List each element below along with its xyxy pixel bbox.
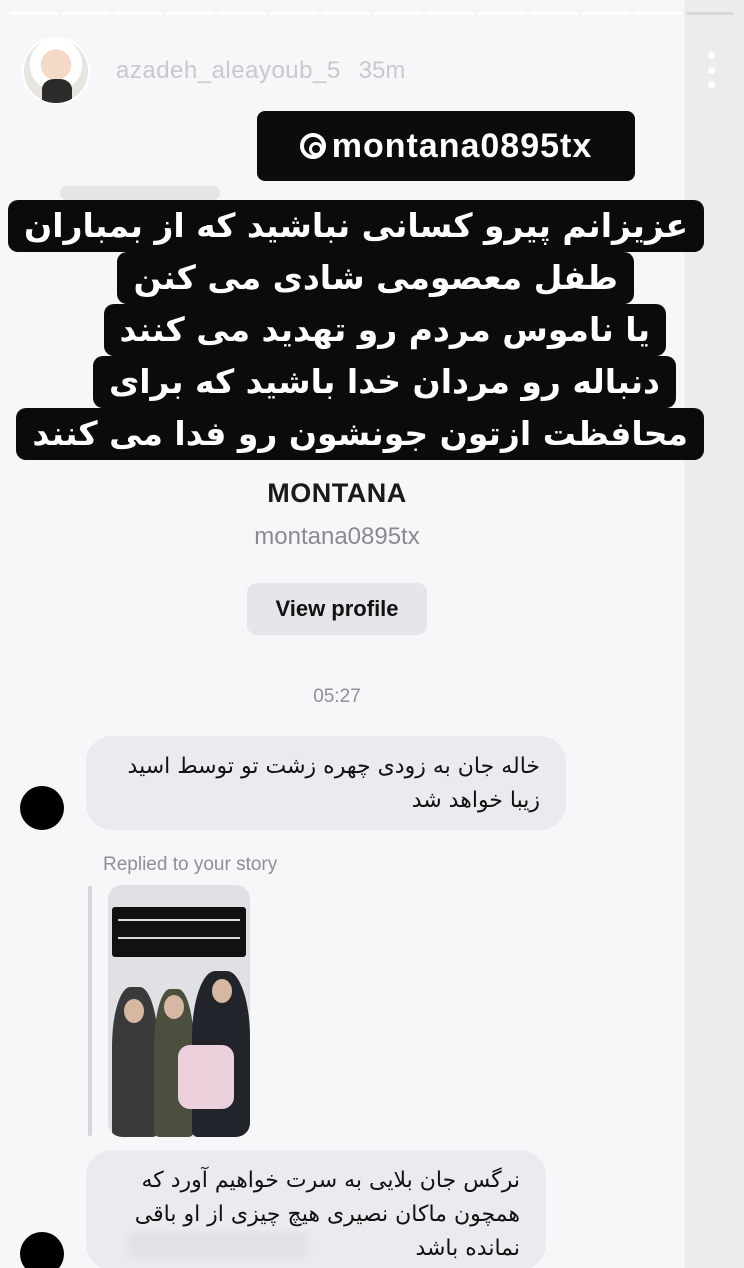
progress-segment (374, 12, 422, 15)
thumbnail-caption (112, 907, 246, 957)
progress-segment (218, 12, 266, 15)
replied-to-story-label: Replied to your story (103, 854, 278, 875)
message-timestamp: 05:27 (313, 686, 361, 707)
progress-segment (426, 12, 474, 15)
story-progress-bar (10, 12, 734, 16)
profile-handle: montana0895tx (254, 523, 420, 550)
story-username[interactable]: azadeh_aleayoub_5 (116, 57, 341, 85)
progress-segment (62, 12, 110, 15)
thumbnail-backpack (178, 1045, 234, 1109)
progress-segment (114, 12, 162, 15)
sender-avatar[interactable] (20, 1232, 64, 1268)
caption-line: محافظت ازتون جونشون رو فدا می کنند (16, 408, 704, 460)
mention-handle: montana0895tx (331, 126, 593, 165)
more-vertical-icon[interactable] (704, 52, 718, 88)
mention-sticker[interactable]: montana0895tx (257, 111, 635, 181)
message-bubble[interactable]: خاله جان به زودی چهره زشت تو توسط اسید ز… (86, 736, 566, 830)
blurred-text (128, 1232, 308, 1258)
reply-indicator-line (88, 886, 92, 1136)
view-profile-button[interactable]: View profile (247, 583, 427, 635)
story-time-ago: 35m (358, 57, 406, 84)
thumbnail-face (124, 999, 144, 1023)
thumbnail-face (164, 995, 184, 1019)
progress-segment (10, 12, 58, 15)
story-thumbnail[interactable] (108, 885, 250, 1137)
progress-segment (322, 12, 370, 15)
caption-sticker: عزیزانم پیرو کسانی نباشید که از بمباران … (8, 200, 704, 462)
progress-segment (478, 12, 526, 15)
progress-segment (530, 12, 578, 15)
progress-segment (686, 12, 734, 15)
caption-line: طفل معصومی شادی می کنن (117, 252, 634, 304)
progress-segment (270, 12, 318, 15)
caption-line: عزیزانم پیرو کسانی نباشید که از بمباران (8, 200, 704, 252)
story-header: azadeh_aleayoub_5 35m (22, 36, 722, 106)
avatar[interactable] (22, 37, 90, 105)
caption-line: دنباله رو مردان خدا باشید که برای (92, 356, 676, 408)
progress-segment (582, 12, 630, 15)
progress-segment (634, 12, 682, 15)
progress-segment (166, 12, 214, 15)
thumbnail-face (212, 979, 232, 1003)
faded-background-row (60, 186, 220, 200)
profile-name: MONTANA (267, 478, 407, 508)
sender-avatar[interactable] (20, 786, 64, 830)
threads-icon (299, 133, 326, 159)
story-screen: azadeh_aleayoub_5 35m montana0895tx عزیز… (0, 0, 744, 1268)
caption-line: یا ناموس مردم رو تهدید می کنند (103, 304, 666, 356)
